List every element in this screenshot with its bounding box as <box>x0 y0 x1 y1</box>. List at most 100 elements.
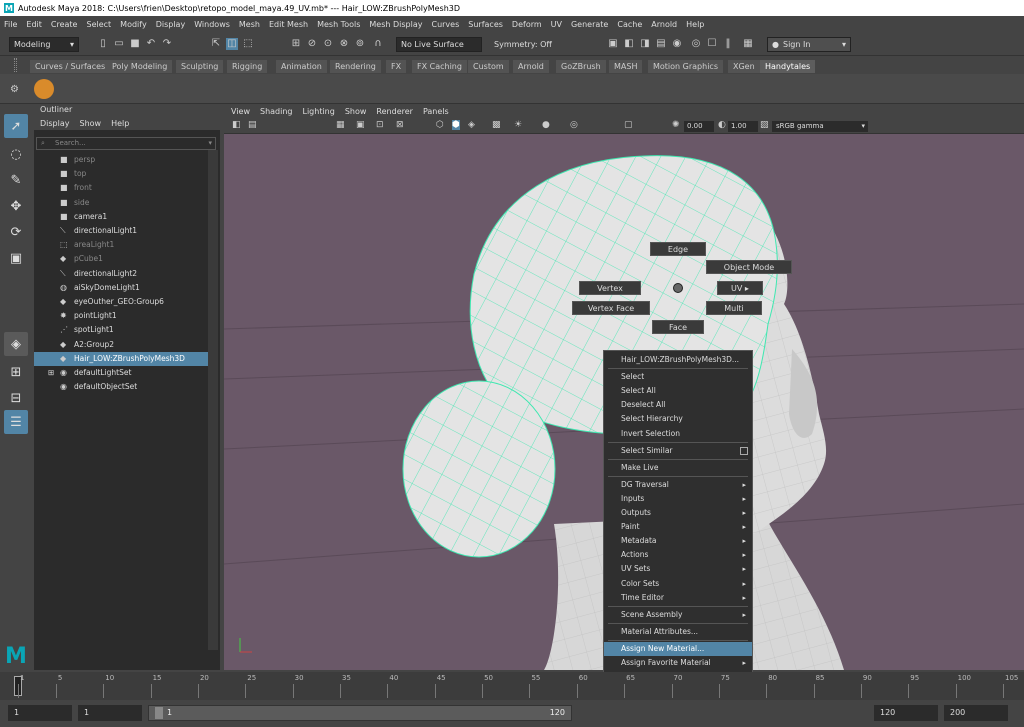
render-frame-icon[interactable]: ◧ <box>623 38 635 50</box>
menu-mesh-display[interactable]: Mesh Display <box>369 20 422 29</box>
select-component-icon[interactable]: ⬚ <box>242 38 254 50</box>
ipr-render-icon[interactable]: ◨ <box>639 38 651 50</box>
shelf-tab-fx-caching[interactable]: FX Caching <box>412 60 467 73</box>
context-item-uv-sets[interactable]: UV Sets ▸ <box>604 562 752 576</box>
snap-view-icon[interactable]: ⊗ <box>338 38 350 50</box>
color-management-icon[interactable]: ▨ <box>760 120 769 130</box>
context-item-select[interactable]: Select <box>604 370 752 384</box>
context-item-select-all[interactable]: Select All <box>604 384 752 398</box>
outliner-item[interactable]: ■ camera1 <box>34 210 208 224</box>
outliner-item[interactable]: ■ front <box>34 181 208 195</box>
wireframe-on-shaded-icon[interactable]: ◈ <box>468 120 475 130</box>
menu-curves[interactable]: Curves <box>431 20 459 29</box>
outliner-scrollbar[interactable] <box>208 150 218 650</box>
viewport-menu-panels[interactable]: Panels <box>423 107 449 116</box>
menu-uv[interactable]: UV <box>551 20 562 29</box>
marking-menu-object-mode[interactable]: Object Mode <box>706 260 792 274</box>
menu-help[interactable]: Help <box>686 20 704 29</box>
live-surface-field[interactable]: No Live Surface <box>396 37 482 52</box>
range-handle-start[interactable] <box>155 707 163 719</box>
snap-point-icon[interactable]: ⊙ <box>322 38 334 50</box>
gamma-icon[interactable]: ◐ <box>718 120 726 130</box>
context-item-paint[interactable]: Paint ▸ <box>604 520 752 534</box>
attribute-editor-icon[interactable]: ▦ <box>742 38 754 50</box>
menu-arnold[interactable]: Arnold <box>651 20 677 29</box>
shelf-tab-poly-modeling[interactable]: Poly Modeling <box>107 60 173 73</box>
single-perspective-layout-icon[interactable]: ◈ <box>4 332 28 356</box>
context-item-make-live[interactable]: Make Live <box>604 461 752 475</box>
scene-start-field[interactable]: 1 <box>8 705 72 721</box>
playback-start-field[interactable]: 1 <box>78 705 142 721</box>
lighting-icon[interactable]: ☀ <box>514 120 522 130</box>
snap-surface-icon[interactable]: ⊚ <box>354 38 366 50</box>
select-tool-icon[interactable]: ➚ <box>4 114 28 138</box>
context-item-select-similar[interactable]: Select Similar <box>604 444 752 458</box>
film-gate-icon[interactable]: ▣ <box>356 120 365 130</box>
shelf-tab-rigging[interactable]: Rigging <box>227 60 268 73</box>
outliner-item[interactable]: ✸ pointLight1 <box>34 309 208 323</box>
expand-icon[interactable]: ⊞ <box>48 366 54 380</box>
range-slider[interactable]: 1 120 <box>148 705 572 721</box>
time-slider[interactable]: 1 5 10 15 20 25 30 35 40 45 50 55 60 65 70 75 80 85 90 95 10… <box>0 672 1024 700</box>
move-tool-icon[interactable]: ✥ <box>4 194 28 218</box>
shelf-tab-handytales[interactable]: Handytales <box>760 60 816 73</box>
grid-toggle-icon[interactable]: ▦ <box>336 120 345 130</box>
shelf-tab-xgen[interactable]: XGen <box>728 60 760 73</box>
redo-icon[interactable]: ↷ <box>161 38 173 50</box>
menu-mesh[interactable]: Mesh <box>239 20 260 29</box>
playback-end-field[interactable]: 120 <box>874 705 938 721</box>
context-item-assign-favorite-material[interactable]: Assign Favorite Material ▸ <box>604 656 752 670</box>
camera-attributes-icon[interactable]: ▤ <box>248 120 257 130</box>
context-item-outputs[interactable]: Outputs ▸ <box>604 506 752 520</box>
magnet-icon[interactable]: ∩ <box>372 38 384 50</box>
viewport-menu-show[interactable]: Show <box>345 107 367 116</box>
outliner-item[interactable]: ⟍ directionalLight1 <box>34 224 208 238</box>
menu-surfaces[interactable]: Surfaces <box>468 20 503 29</box>
lasso-tool-icon[interactable]: ◌ <box>4 142 28 166</box>
context-item-actions[interactable]: Actions ▸ <box>604 548 752 562</box>
outliner-search-input[interactable]: Search... ⌕ ▾ <box>36 137 216 150</box>
viewport-menu-shading[interactable]: Shading <box>260 107 293 116</box>
outliner-item[interactable]: ■ side <box>34 196 208 210</box>
menu-edit-mesh[interactable]: Edit Mesh <box>269 20 308 29</box>
context-item-inputs[interactable]: Inputs ▸ <box>604 492 752 506</box>
shelf-tab-motion-graphics[interactable]: Motion Graphics <box>648 60 723 73</box>
context-item-hair-low-zbrushpolymesh3d[interactable]: Hair_LOW:ZBrushPolyMesh3D... <box>604 353 752 367</box>
gamma-field[interactable]: 1.00 <box>728 121 758 132</box>
menu-select[interactable]: Select <box>86 20 111 29</box>
marking-menu-multi[interactable]: Multi <box>706 301 762 315</box>
resolution-gate-icon[interactable]: ⊡ <box>376 120 384 130</box>
marking-menu-vertex-face[interactable]: Vertex Face <box>572 301 650 315</box>
outliner-item[interactable]: ◆ eyeOuther_GEO:Group6 <box>34 295 208 309</box>
menu-generate[interactable]: Generate <box>571 20 608 29</box>
outliner-layout-icon[interactable]: ☰ <box>4 410 28 434</box>
camera-attributes-icon[interactable]: ◎ <box>690 38 702 50</box>
wireframe-icon[interactable]: ⬡ <box>436 120 444 130</box>
outliner-item[interactable]: ◆ A2:Group2 <box>34 338 208 352</box>
xray-icon[interactable]: ◎ <box>570 120 578 130</box>
marking-menu-uv[interactable]: UV ▸ <box>717 281 763 295</box>
gate-mask-icon[interactable]: ⊠ <box>396 120 404 130</box>
menu-mesh-tools[interactable]: Mesh Tools <box>317 20 360 29</box>
textured-icon[interactable]: ▩ <box>492 120 501 130</box>
menu-windows[interactable]: Windows <box>194 20 230 29</box>
snap-grid-icon[interactable]: ⊞ <box>290 38 302 50</box>
viewport-menu-view[interactable]: View <box>231 107 250 116</box>
outliner-item[interactable]: ◆ Hair_LOW:ZBrushPolyMesh3D <box>34 351 208 366</box>
shelf-handle[interactable] <box>14 58 17 72</box>
menu-modify[interactable]: Modify <box>120 20 147 29</box>
outliner-item[interactable]: ◍ aiSkyDomeLight1 <box>34 281 208 295</box>
viewport-menu-lighting[interactable]: Lighting <box>302 107 334 116</box>
colorspace-dropdown[interactable]: sRGB gamma ▾ <box>772 121 868 132</box>
snap-curve-icon[interactable]: ⊘ <box>306 38 318 50</box>
outliner-item[interactable]: ◆ pCube1 <box>34 252 208 266</box>
undo-icon[interactable]: ↶ <box>145 38 157 50</box>
context-item-assign-new-material[interactable]: Assign New Material... <box>604 641 752 656</box>
menu-set-dropdown[interactable]: Modeling ▾ <box>9 37 79 52</box>
outliner-menu-display[interactable]: Display <box>40 119 70 128</box>
isolate-select-icon[interactable]: ▢ <box>624 120 633 130</box>
toggle-panel-icon[interactable]: ☐ <box>706 38 718 50</box>
context-item-time-editor[interactable]: Time Editor ▸ <box>604 591 752 605</box>
scale-tool-icon[interactable]: ▣ <box>4 246 28 270</box>
sign-in-button[interactable]: ● Sign In ▾ <box>767 37 851 52</box>
